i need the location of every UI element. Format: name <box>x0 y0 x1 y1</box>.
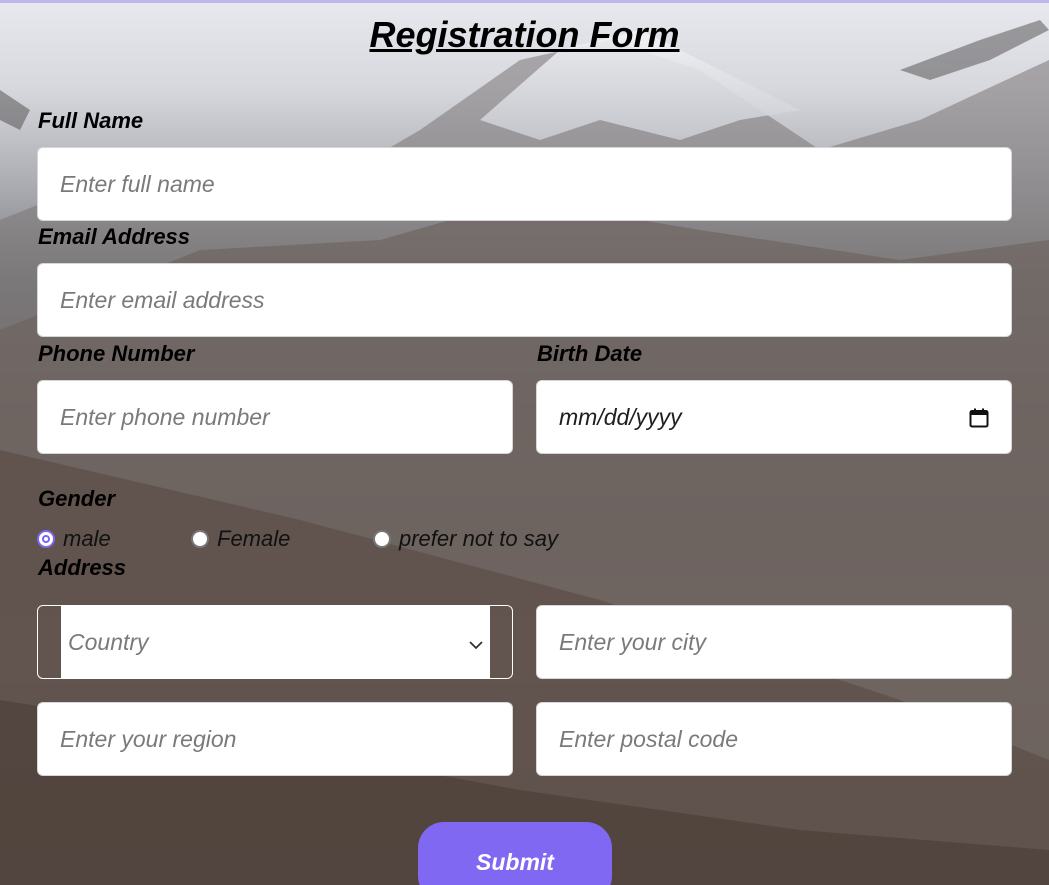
gender-label: Gender <box>38 486 116 511</box>
top-accent-strip <box>0 0 1049 3</box>
gender-option-label: prefer not to say <box>399 526 558 551</box>
phone-input[interactable] <box>37 380 513 454</box>
country-select[interactable]: Country <box>37 605 513 679</box>
submit-button-label: Submit <box>476 849 554 875</box>
phone-label: Phone Number <box>38 341 195 366</box>
gender-option-label: male <box>63 526 111 551</box>
full-name-label: Full Name <box>38 108 144 133</box>
birth-date-value: mm/dd/yyyy <box>559 403 682 430</box>
country-select-box[interactable]: Country <box>61 606 490 678</box>
address-label: Address <box>38 555 127 580</box>
email-label: Email Address <box>38 224 191 249</box>
country-select-value: Country <box>68 628 149 655</box>
city-input[interactable] <box>536 605 1012 679</box>
birth-date-input[interactable]: mm/dd/yyyy <box>536 380 1012 454</box>
radio-button-female[interactable] <box>191 530 209 548</box>
gender-option-male[interactable]: male <box>37 525 111 553</box>
postal-code-input[interactable] <box>536 702 1012 776</box>
gender-option-female[interactable]: Female <box>191 525 290 553</box>
gender-option-label: Female <box>217 526 291 551</box>
page-title: Registration Form <box>369 14 680 55</box>
radio-button-prefer-not-to-say[interactable] <box>373 530 391 548</box>
gender-option-prefer-not-to-say[interactable]: prefer not to say <box>373 525 558 553</box>
email-input[interactable] <box>37 263 1012 337</box>
submit-button[interactable]: Submit <box>418 822 612 885</box>
chevron-down-icon <box>468 629 484 656</box>
calendar-icon[interactable] <box>969 407 989 428</box>
birth-date-label: Birth Date <box>537 341 643 366</box>
radio-button-male[interactable] <box>37 530 55 548</box>
full-name-input[interactable] <box>37 147 1012 221</box>
region-input[interactable] <box>37 702 513 776</box>
